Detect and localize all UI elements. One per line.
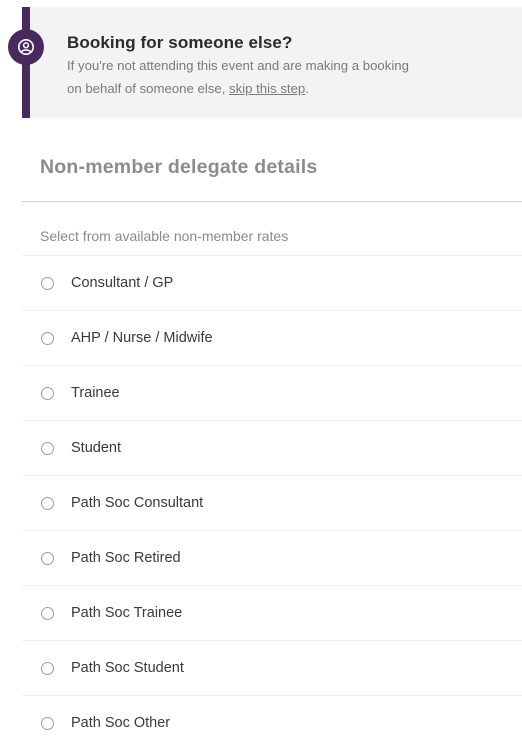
radio-button[interactable] [41,387,54,400]
radio-button[interactable] [41,662,54,675]
notice-text-line1: If you're not attending this event and a… [67,58,409,73]
rates-label: Select from available non-member rates [40,228,289,244]
rate-option-ahp-nurse-midwife[interactable]: AHP / Nurse / Midwife [22,310,522,365]
rate-option-label: Path Soc Trainee [71,605,183,621]
rate-option-label: Trainee [71,385,120,401]
section-divider [22,201,522,202]
rate-option-consultant-gp[interactable]: Consultant / GP [22,255,522,310]
section-title: Non-member delegate details [40,156,318,178]
rate-option-label: AHP / Nurse / Midwife [71,330,213,346]
notice-text: If you're not attending this event and a… [67,54,517,100]
rate-option-trainee[interactable]: Trainee [22,365,522,420]
rate-option-path-soc-other[interactable]: Path Soc Other [22,695,522,750]
rate-option-label: Consultant / GP [71,275,174,291]
notice-text-line2-suffix: . [305,81,309,96]
booking-page: Booking for someone else? If you're not … [0,0,522,752]
radio-button[interactable] [41,277,54,290]
rate-options-list: Consultant / GP AHP / Nurse / Midwife Tr… [22,255,522,750]
rate-option-path-soc-retired[interactable]: Path Soc Retired [22,530,522,585]
radio-button[interactable] [41,717,54,730]
rate-option-path-soc-student[interactable]: Path Soc Student [22,640,522,695]
rate-option-label: Student [71,440,121,456]
rate-option-label: Path Soc Retired [71,550,181,566]
radio-button[interactable] [41,552,54,565]
skip-step-link[interactable]: skip this step [229,81,305,96]
rate-option-path-soc-trainee[interactable]: Path Soc Trainee [22,585,522,640]
rate-option-label: Path Soc Other [71,715,171,731]
notice-title: Booking for someone else? [67,33,293,52]
booking-notice: Booking for someone else? If you're not … [8,7,522,118]
rate-option-label: Path Soc Consultant [71,495,204,511]
radio-button[interactable] [41,607,54,620]
notice-text-line2-prefix: on behalf of someone else, [67,81,230,96]
rate-option-label: Path Soc Student [71,660,184,676]
user-circle-icon [8,29,44,65]
radio-button[interactable] [41,442,54,455]
radio-button[interactable] [41,497,54,510]
rate-option-path-soc-consultant[interactable]: Path Soc Consultant [22,475,522,530]
radio-button[interactable] [41,332,54,345]
rate-option-student[interactable]: Student [22,420,522,475]
